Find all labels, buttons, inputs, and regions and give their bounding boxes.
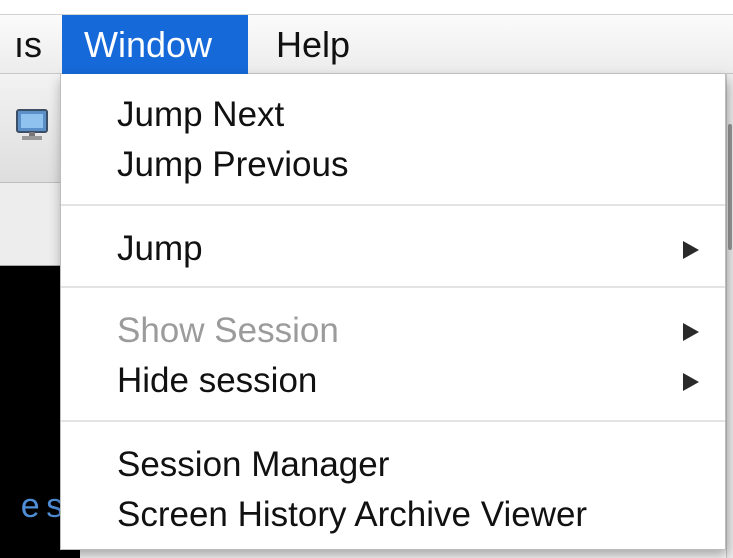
menu-item-jump[interactable]: Jump (61, 224, 725, 274)
menu-item-label: Jump Next (117, 95, 285, 134)
monitor-icon[interactable] (14, 108, 50, 142)
menu-item-session-manager[interactable]: Session Manager (61, 440, 725, 490)
menu-previous-label: ıs (13, 24, 42, 65)
scrollbar[interactable] (726, 74, 733, 558)
menu-item-jump-previous[interactable]: Jump Previous (61, 140, 725, 190)
menu-item-label: Hide session (117, 361, 318, 400)
menu-item-label: Session Manager (117, 445, 390, 484)
window-menu-dropdown: Jump Next Jump Previous Jump Show Sessio… (60, 74, 726, 550)
menu-separator (61, 204, 725, 206)
menu-window[interactable]: Window (62, 15, 248, 74)
chevron-right-icon (683, 241, 699, 259)
menu-item-label: Jump (117, 229, 203, 268)
menu-help[interactable]: Help (276, 15, 350, 74)
menu-previous-partial[interactable]: ıs (0, 15, 60, 74)
menu-bar: ıs Window Help (0, 14, 733, 74)
menu-separator (61, 286, 725, 288)
menu-item-hide-session[interactable]: Hide session (61, 356, 725, 406)
menu-item-screen-history-archive-viewer[interactable]: Screen History Archive Viewer (61, 490, 725, 540)
scrollbar-thumb[interactable] (728, 124, 732, 250)
menu-item-label: Show Session (117, 311, 339, 350)
menu-item-label: Jump Previous (117, 145, 349, 184)
chevron-right-icon (683, 323, 699, 341)
menu-item-show-session: Show Session (61, 306, 725, 356)
top-strip (0, 0, 733, 14)
menu-item-jump-next[interactable]: Jump Next (61, 90, 725, 140)
menu-separator (61, 420, 725, 422)
chevron-right-icon (683, 373, 699, 391)
menu-item-label: Screen History Archive Viewer (117, 495, 588, 534)
